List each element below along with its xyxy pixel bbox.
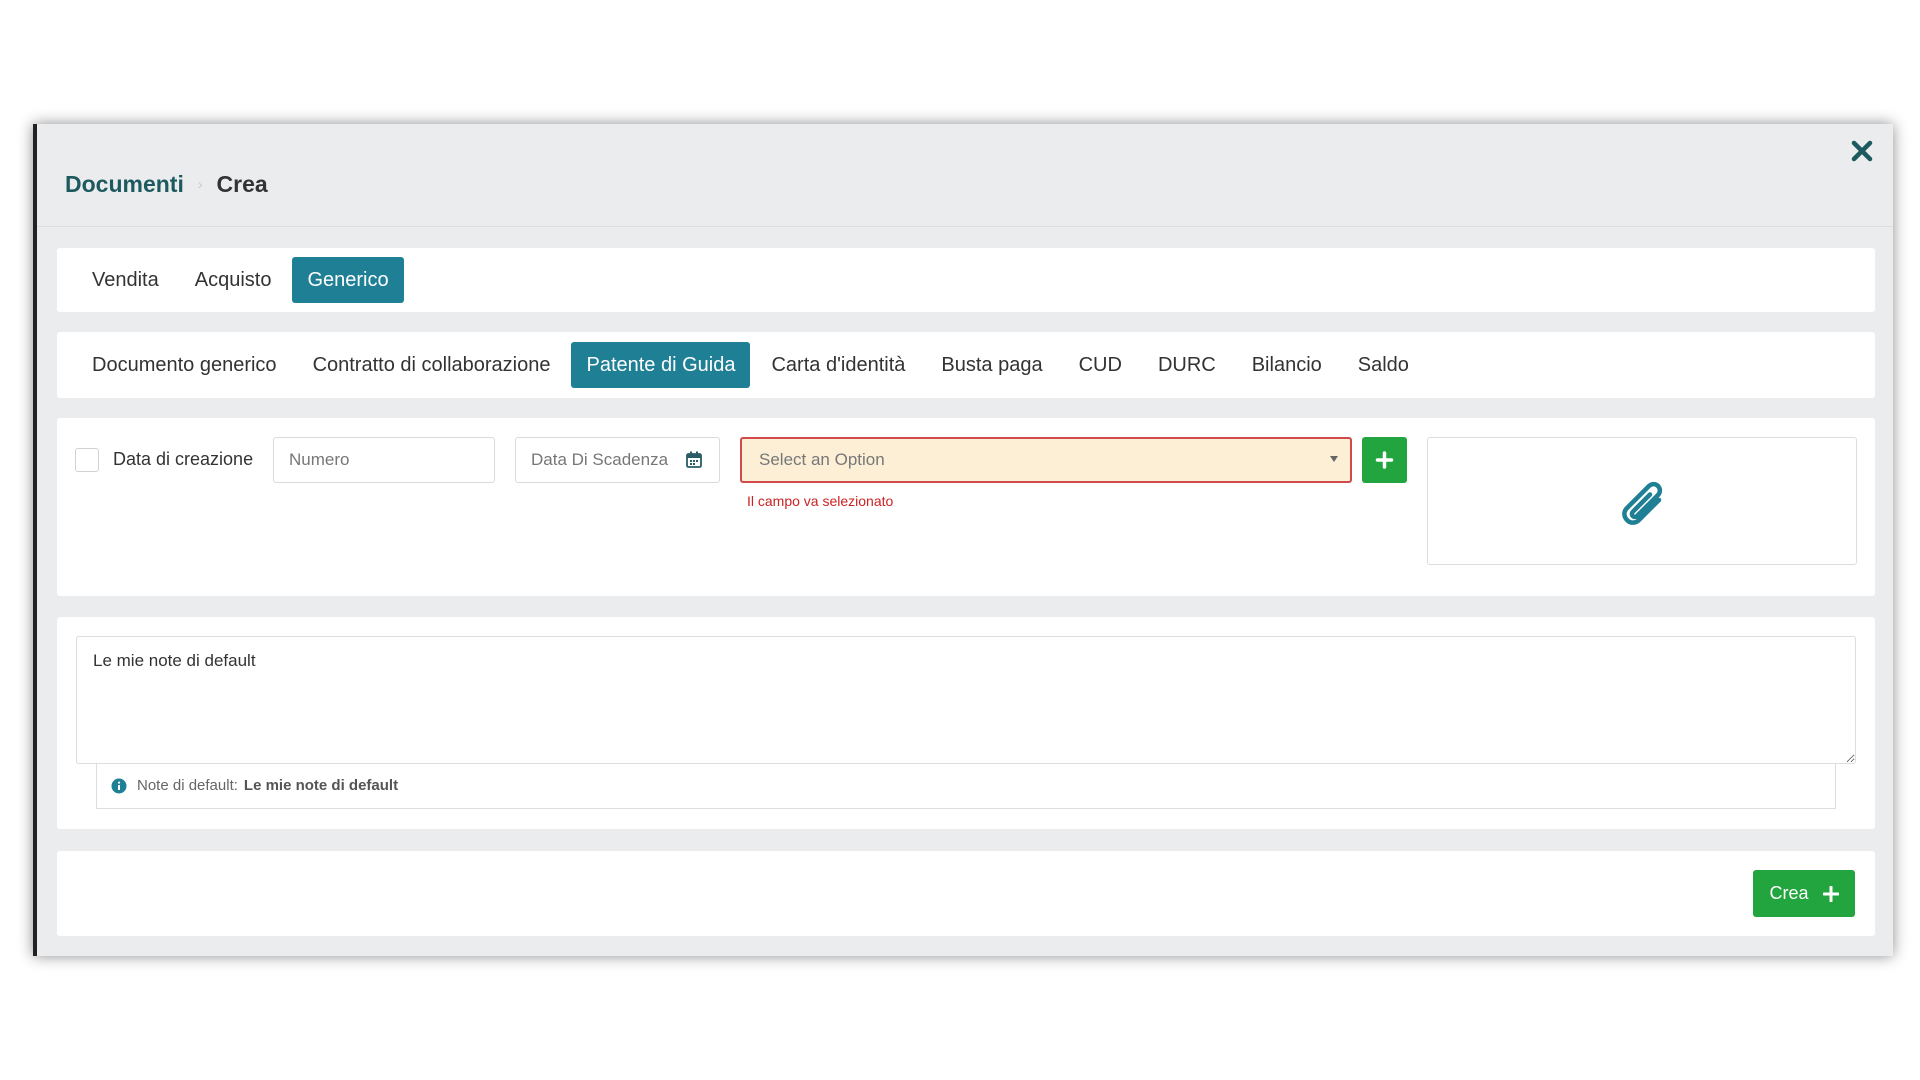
select-placeholder: Select an Option	[759, 450, 885, 469]
document-form: Data di creazione Select an Option Il ca…	[57, 418, 1875, 596]
calendar-icon[interactable]	[686, 451, 702, 468]
tab-generico[interactable]: Generico	[292, 257, 404, 303]
data-creazione-label: Data di creazione	[113, 449, 254, 469]
document-option-select[interactable]: Select an Option	[740, 437, 1352, 483]
add-option-button[interactable]	[1362, 437, 1407, 483]
tab-vendita[interactable]: Vendita	[77, 257, 174, 303]
breadcrumb-documenti[interactable]: Documenti	[65, 171, 184, 198]
category-tabs: Vendita Acquisto Generico	[57, 248, 1875, 312]
subtab-patente-di-guida[interactable]: Patente di Guida	[571, 342, 751, 388]
crea-button-label: Crea	[1769, 883, 1809, 903]
subtab-durc[interactable]: DURC	[1143, 342, 1231, 388]
subtab-busta-paga[interactable]: Busta paga	[926, 342, 1057, 388]
chevron-down-icon	[1330, 456, 1338, 462]
document-type-tabs: Documento generico Contratto di collabor…	[57, 332, 1875, 398]
close-icon[interactable]	[1845, 134, 1879, 168]
scadenza-date-field[interactable]	[515, 437, 720, 483]
subtab-saldo[interactable]: Saldo	[1343, 342, 1424, 388]
attachment-dropzone[interactable]	[1427, 437, 1857, 565]
subtab-documento-generico[interactable]: Documento generico	[77, 342, 292, 388]
breadcrumb: Documenti › Crea	[65, 166, 268, 202]
paperclip-icon	[1622, 481, 1663, 525]
breadcrumb-separator: ›	[197, 176, 203, 192]
hint-label: Note di default:	[137, 777, 238, 794]
plus-icon	[1822, 885, 1839, 902]
notes-default-hint: Note di default: Le mie note di default	[96, 763, 1836, 809]
notes-textarea[interactable]: Le mie note di default	[76, 636, 1856, 764]
hint-value: Le mie note di default	[243, 777, 399, 794]
data-creazione-checkbox[interactable]	[75, 448, 99, 472]
subtab-cud[interactable]: CUD	[1064, 342, 1137, 388]
crea-button[interactable]: Crea	[1753, 870, 1855, 917]
tab-acquisto[interactable]: Acquisto	[180, 257, 287, 303]
numero-input[interactable]	[273, 437, 495, 483]
subtab-carta-identita[interactable]: Carta d'identità	[756, 342, 920, 388]
subtab-contratto-collaborazione[interactable]: Contratto di collaborazione	[298, 342, 566, 388]
plus-icon	[1375, 451, 1394, 469]
breadcrumb-current: Crea	[216, 170, 268, 197]
info-icon	[111, 778, 127, 793]
notes-section: Le mie note di default Note di default: …	[57, 617, 1875, 829]
select-error-message: Il campo va selezionato	[747, 493, 894, 509]
document-create-modal: Documenti › Crea Vendita Acquisto Generi…	[33, 124, 1893, 956]
header-divider	[37, 226, 1893, 227]
form-footer: Crea	[57, 851, 1875, 936]
subtab-bilancio[interactable]: Bilancio	[1237, 342, 1337, 388]
